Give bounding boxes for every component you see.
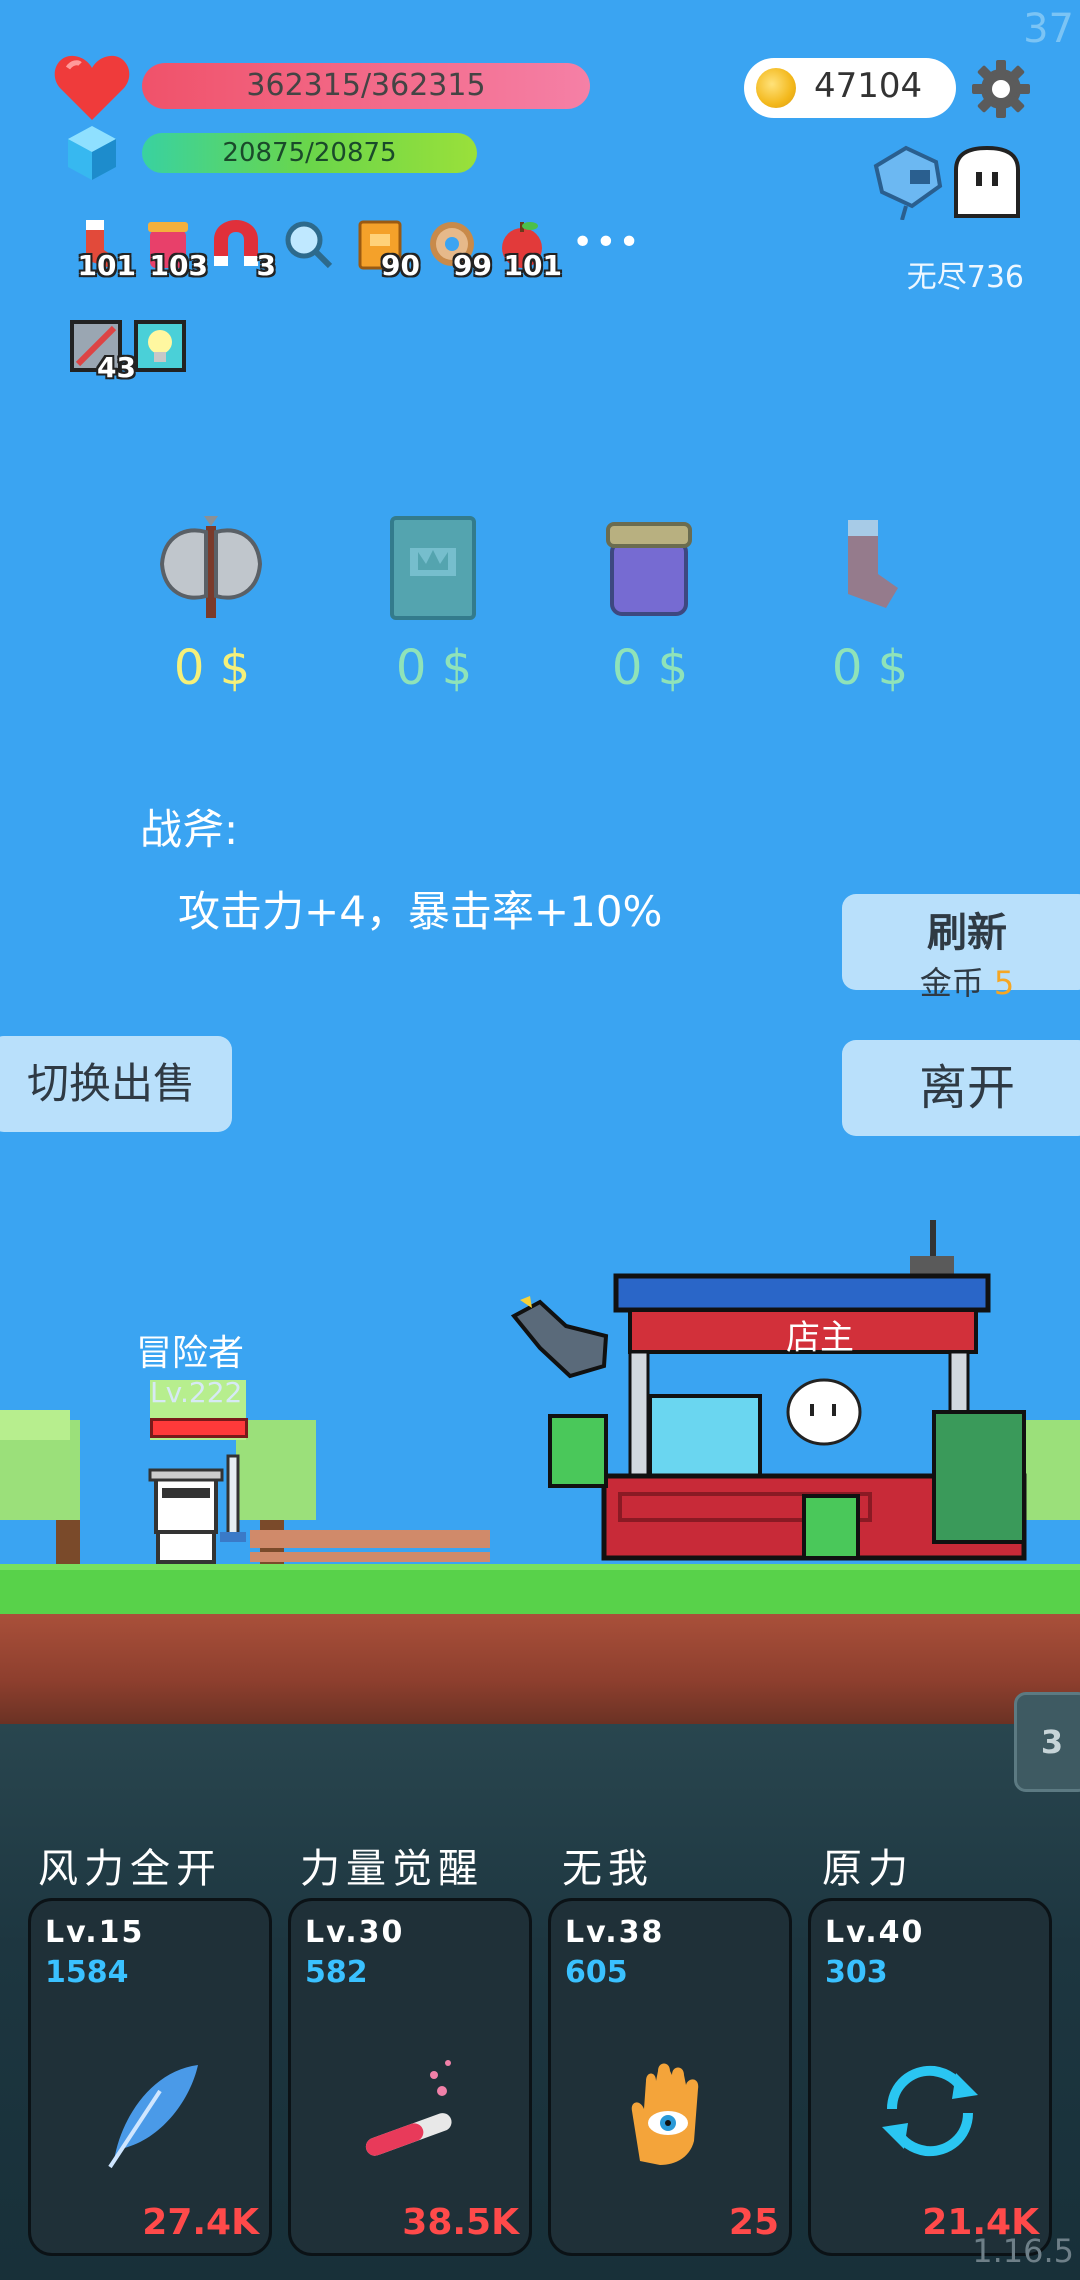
eye-hand-icon <box>631 2063 699 2165</box>
buff-book: 90 <box>354 218 420 282</box>
buff-count: 103 <box>149 249 208 282</box>
refresh-cost: 金币 5 <box>919 964 1015 1002</box>
ground-dirt <box>0 1614 1080 1724</box>
buff-magnet: 3 <box>210 218 276 282</box>
skill-cost: 25 <box>728 2202 779 2243</box>
leave-button[interactable]: 离开 <box>842 1040 1080 1136</box>
skill-name-3: 无我 <box>562 1846 654 1892</box>
mp-bar: 20875/20875 <box>142 133 477 173</box>
skill-card-force[interactable]: Lv.40 303 21.4K <box>808 1898 1052 2256</box>
skill-value: 303 <box>825 1955 888 1990</box>
skill-name-1: 风力全开 <box>38 1846 222 1892</box>
gold-amount: 47104 <box>814 66 923 106</box>
buff-count: 90 <box>381 249 420 282</box>
buff-apple: 101 <box>496 218 562 282</box>
buff-sock: 101 <box>70 218 136 282</box>
skill-name-2: 力量觉醒 <box>300 1846 484 1892</box>
shopkeeper-label: 店主 <box>786 1318 854 1358</box>
buff-count: 101 <box>77 249 136 282</box>
buff-count: 101 <box>503 249 562 282</box>
lightbulb-icon <box>134 320 186 372</box>
shop-item-battle-axe[interactable] <box>156 512 266 622</box>
buff-magnifier <box>282 218 334 270</box>
skill-card-wind[interactable]: Lv.15 1584 27.4K <box>28 1898 272 2256</box>
settings-gear-icon[interactable] <box>970 58 1032 120</box>
shop-price-battle-axe: 0 $ <box>173 640 251 696</box>
shop-price-jam: 0 $ <box>611 640 689 696</box>
ground-grass <box>0 1564 1080 1614</box>
shop-item-sock[interactable] <box>814 512 924 622</box>
buff-lightbulb <box>134 320 186 372</box>
magnifier-icon <box>285 221 333 269</box>
endless-level-label: 无尽736 <box>906 260 1024 295</box>
version-label: 1.16.5 <box>972 2232 1074 2270</box>
more-buffs-icon[interactable]: ••• <box>572 222 642 263</box>
skill-level: Lv.40 <box>825 1915 925 1950</box>
shop-price-sock: 0 $ <box>831 640 909 696</box>
buff-donut: 99 <box>426 218 492 282</box>
item-description-title: 战斧: <box>140 805 239 854</box>
buff-count: 3 <box>256 249 276 282</box>
coin-icon <box>756 68 796 108</box>
switch-sell-button[interactable]: 切换出售 <box>0 1036 232 1132</box>
skill-value: 605 <box>565 1955 628 1990</box>
skill-level: Lv.30 <box>305 1915 405 1950</box>
heart-icon <box>54 55 130 120</box>
mana-crystal-icon <box>68 126 116 180</box>
skill-level: Lv.38 <box>565 1915 665 1950</box>
battle-axe-icon <box>159 516 263 618</box>
magnet-icon <box>214 220 258 266</box>
feather-icon <box>108 2065 198 2169</box>
potion-icon <box>365 2060 452 2156</box>
shop-cart <box>510 1220 1027 1561</box>
skill-card-selfless[interactable]: Lv.38 605 25 <box>548 1898 792 2256</box>
skill-level: Lv.15 <box>45 1915 145 1950</box>
adventurer-level: Lv.222 <box>150 1376 243 1409</box>
ghost-pet-icon[interactable] <box>950 146 1024 218</box>
shop-item-jam[interactable] <box>594 512 704 622</box>
refresh-title: 刷新 <box>927 910 1007 956</box>
sock-icon <box>848 520 898 608</box>
refresh-button[interactable]: 刷新 金币 5 <box>842 894 1080 1002</box>
buff-count: 99 <box>453 249 492 282</box>
book-icon <box>390 516 476 620</box>
fishing-bait-icon[interactable] <box>866 140 950 220</box>
buff-scroll: 43 <box>70 320 136 384</box>
side-tab[interactable]: 3 <box>1014 1692 1080 1792</box>
shop-item-book[interactable] <box>378 512 488 622</box>
hp-bar: 362315/362315 <box>142 63 590 109</box>
jam-jar-icon <box>606 522 692 616</box>
skill-value: 582 <box>305 1955 368 1990</box>
adventurer-label: 冒险者 <box>136 1333 245 1374</box>
skill-card-power[interactable]: Lv.30 582 38.5K <box>288 1898 532 2256</box>
adventurer-hp-bar <box>150 1418 248 1438</box>
item-description-text: 攻击力+4，暴击率+10% <box>178 887 663 936</box>
buff-jam: 103 <box>142 218 208 282</box>
gold-display: 47104 <box>744 58 956 118</box>
skill-name-4: 原力 <box>822 1846 914 1892</box>
knight-adventurer-icon[interactable] <box>148 1452 258 1564</box>
skill-value: 1584 <box>45 1955 129 1990</box>
skill-cost: 27.4K <box>142 2202 259 2243</box>
fps-counter: 37 <box>1023 6 1074 52</box>
refresh-cycle-icon <box>882 2065 978 2157</box>
buff-count: 43 <box>97 351 136 384</box>
shop-price-book: 0 $ <box>395 640 473 696</box>
skill-cost: 38.5K <box>402 2202 519 2243</box>
